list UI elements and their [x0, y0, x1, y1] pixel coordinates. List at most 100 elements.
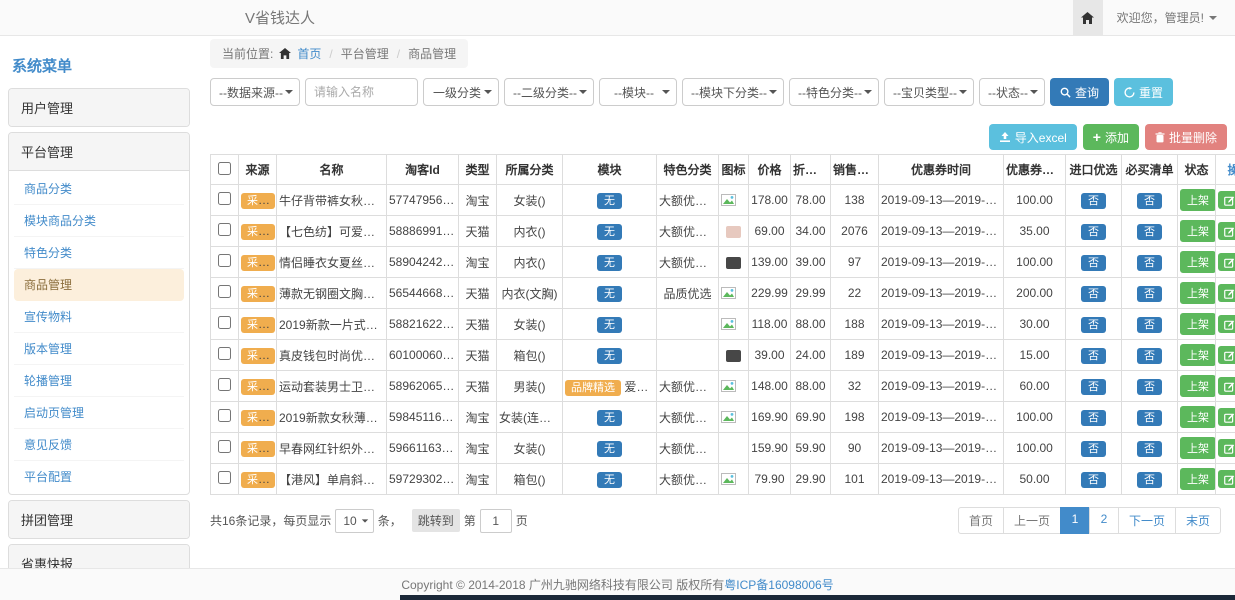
sidebar-item[interactable]: 特色分类 [14, 237, 184, 269]
data-source-select[interactable]: --数据来源-- [210, 78, 300, 106]
status-button[interactable]: 上架 [1180, 189, 1216, 211]
edit-button[interactable] [1218, 346, 1235, 364]
import-select-toggle[interactable]: 否 [1081, 255, 1106, 271]
must-buy-toggle[interactable]: 否 [1137, 348, 1162, 364]
item-type-select[interactable]: --宝贝类型-- [884, 78, 974, 106]
module-none-badge[interactable]: 无 [597, 255, 622, 271]
status-select[interactable]: --状态-- [979, 78, 1045, 106]
sidebar-item[interactable]: 启动页管理 [14, 397, 184, 429]
edit-button[interactable] [1218, 315, 1235, 333]
must-buy-toggle[interactable]: 否 [1137, 317, 1162, 333]
status-button[interactable]: 上架 [1180, 282, 1216, 304]
must-buy-toggle[interactable]: 否 [1137, 441, 1162, 457]
import-select-toggle[interactable]: 否 [1081, 193, 1106, 209]
sidebar-item[interactable]: 商品管理 [14, 269, 184, 301]
jump-page-input[interactable] [480, 509, 512, 533]
sidebar-section-group-buy-mgmt[interactable]: 拼团管理 [9, 501, 189, 538]
sidebar-item[interactable]: 商品分类 [14, 173, 184, 205]
module-none-badge[interactable]: 无 [597, 472, 622, 488]
row-checkbox[interactable] [218, 471, 231, 484]
row-checkbox[interactable] [218, 378, 231, 391]
page-button-末页[interactable]: 末页 [1175, 507, 1221, 534]
import-excel-button[interactable]: 导入excel [989, 124, 1077, 150]
sidebar-item[interactable]: 宣传物料 [14, 301, 184, 333]
edit-button[interactable] [1218, 284, 1235, 302]
module-none-badge[interactable]: 无 [597, 348, 622, 364]
module-sub-category-select[interactable]: --模块下分类-- [682, 78, 784, 106]
import-select-toggle[interactable]: 否 [1081, 441, 1106, 457]
import-select-toggle[interactable]: 否 [1081, 472, 1106, 488]
batch-delete-button[interactable]: 批量删除 [1145, 124, 1227, 150]
status-button[interactable]: 上架 [1180, 468, 1216, 490]
sidebar-section-user-mgmt[interactable]: 用户管理 [9, 89, 189, 126]
sidebar-section-platform-mgmt[interactable]: 平台管理 [9, 133, 189, 171]
search-button[interactable]: 查询 [1050, 78, 1109, 106]
icp-link[interactable]: 粤ICP备16098006号 [724, 576, 833, 593]
coupon-amount-cell: 100.00 [1004, 185, 1066, 216]
module-none-badge[interactable]: 无 [597, 286, 622, 302]
module-select[interactable]: --模块-- [599, 78, 677, 106]
module-none-badge[interactable]: 无 [597, 441, 622, 457]
sidebar-item[interactable]: 模块商品分类 [14, 205, 184, 237]
edit-button[interactable] [1218, 253, 1235, 271]
module-none-badge[interactable]: 无 [597, 224, 622, 240]
select-all-checkbox[interactable] [218, 162, 231, 175]
sidebar-item[interactable]: 轮播管理 [14, 365, 184, 397]
status-button[interactable]: 上架 [1180, 313, 1216, 335]
level1-category-select[interactable]: 一级分类 [423, 78, 499, 106]
must-buy-toggle[interactable]: 否 [1137, 410, 1162, 426]
breadcrumb-home-link[interactable]: 首页 [297, 45, 321, 62]
import-select-toggle[interactable]: 否 [1081, 286, 1106, 302]
row-checkbox[interactable] [218, 285, 231, 298]
home-button[interactable] [1073, 0, 1103, 35]
status-button[interactable]: 上架 [1180, 251, 1216, 273]
must-buy-toggle[interactable]: 否 [1137, 224, 1162, 240]
status-button[interactable]: 上架 [1180, 220, 1216, 242]
row-checkbox[interactable] [218, 254, 231, 267]
edit-button[interactable] [1218, 439, 1235, 457]
page-button-下一页[interactable]: 下一页 [1118, 507, 1176, 534]
must-buy-toggle[interactable]: 否 [1137, 472, 1162, 488]
name-input[interactable] [305, 78, 418, 106]
page-button-2[interactable]: 2 [1089, 507, 1119, 534]
status-button[interactable]: 上架 [1180, 406, 1216, 428]
add-button[interactable]: + 添加 [1083, 124, 1139, 150]
edit-button[interactable] [1218, 191, 1235, 209]
row-checkbox[interactable] [218, 316, 231, 329]
edit-button[interactable] [1218, 408, 1235, 426]
status-button[interactable]: 上架 [1180, 375, 1216, 397]
import-select-toggle[interactable]: 否 [1081, 317, 1106, 333]
edit-button[interactable] [1218, 470, 1235, 488]
import-select-toggle[interactable]: 否 [1081, 348, 1106, 364]
sidebar-section-saving-express[interactable]: 省惠快报 [9, 545, 189, 568]
user-menu[interactable]: 欢迎您，管理员! [1103, 9, 1235, 26]
module-none-badge[interactable]: 无 [597, 193, 622, 209]
edit-button[interactable] [1218, 377, 1235, 395]
sidebar-item[interactable]: 平台配置 [14, 461, 184, 492]
status-button[interactable]: 上架 [1180, 344, 1216, 366]
row-checkbox[interactable] [218, 409, 231, 422]
name-cell: 运动套装男士卫衣初秋... [277, 371, 387, 402]
status-button[interactable]: 上架 [1180, 437, 1216, 459]
sidebar-item[interactable]: 意见反馈 [14, 429, 184, 461]
reset-button[interactable]: 重置 [1114, 78, 1173, 106]
must-buy-toggle[interactable]: 否 [1137, 193, 1162, 209]
import-select-toggle[interactable]: 否 [1081, 224, 1106, 240]
row-checkbox[interactable] [218, 192, 231, 205]
feature-category-select[interactable]: --特色分类-- [789, 78, 879, 106]
page-button-1[interactable]: 1 [1060, 507, 1090, 534]
level2-category-select[interactable]: --二级分类-- [504, 78, 594, 106]
row-checkbox[interactable] [218, 223, 231, 236]
edit-button[interactable] [1218, 222, 1235, 240]
module-none-badge[interactable]: 无 [597, 410, 622, 426]
import-select-toggle[interactable]: 否 [1081, 410, 1106, 426]
must-buy-toggle[interactable]: 否 [1137, 286, 1162, 302]
per-page-select[interactable]: 10 [335, 509, 373, 533]
must-buy-toggle[interactable]: 否 [1137, 379, 1162, 395]
sidebar-item[interactable]: 版本管理 [14, 333, 184, 365]
must-buy-toggle[interactable]: 否 [1137, 255, 1162, 271]
import-select-toggle[interactable]: 否 [1081, 379, 1106, 395]
module-none-badge[interactable]: 无 [597, 317, 622, 333]
row-checkbox[interactable] [218, 347, 231, 360]
row-checkbox[interactable] [218, 440, 231, 453]
